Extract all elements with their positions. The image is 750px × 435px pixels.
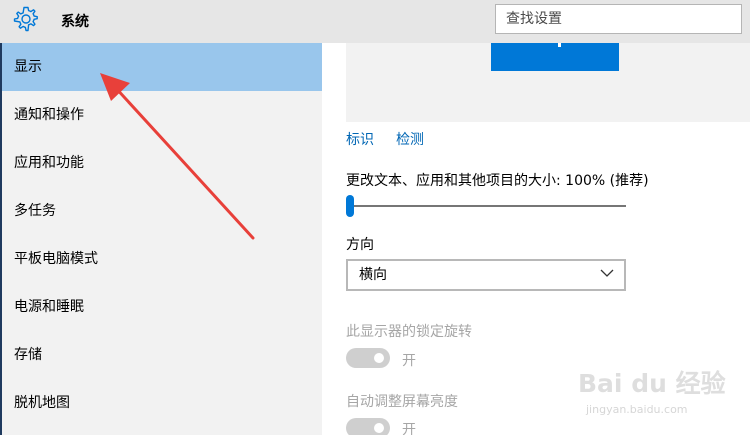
- sidebar-item-apps[interactable]: 应用和功能: [2, 139, 322, 187]
- rotation-lock-label: 此显示器的锁定旋转: [346, 324, 472, 340]
- orientation-value: 横向: [359, 267, 387, 283]
- watermark-brand: Bai du 经验: [578, 369, 726, 398]
- app-title: 系统: [61, 14, 89, 30]
- sidebar-nav: 显示 通知和操作 应用和功能 多任务 平板电脑模式 电源和睡眠 存储 脱机地图: [0, 43, 322, 435]
- gear-icon[interactable]: [13, 6, 39, 32]
- display-preview: [346, 43, 750, 122]
- sidebar-item-multitasking[interactable]: 多任务: [2, 187, 322, 235]
- search-input[interactable]: [496, 5, 741, 33]
- sidebar-item-storage[interactable]: 存储: [2, 331, 322, 379]
- orientation-label: 方向: [346, 237, 374, 253]
- scale-slider-track[interactable]: [350, 205, 626, 207]
- sidebar-item-tablet-mode[interactable]: 平板电脑模式: [2, 235, 322, 283]
- detect-link[interactable]: 检测: [396, 129, 424, 149]
- rotation-lock-toggle[interactable]: [346, 348, 390, 368]
- chevron-down-icon: [600, 269, 614, 277]
- rotation-lock-state: 开: [402, 353, 416, 369]
- sidebar-item-offline-maps[interactable]: 脱机地图: [2, 379, 322, 427]
- title-bar: 系统: [0, 0, 750, 43]
- search-box[interactable]: [495, 4, 742, 34]
- sidebar-item-power-sleep[interactable]: 电源和睡眠: [2, 283, 322, 331]
- auto-brightness-label: 自动调整屏幕亮度: [346, 394, 458, 410]
- monitor-number-marker: [558, 43, 561, 47]
- watermark-url: jingyan.baidu.com: [586, 403, 688, 416]
- auto-brightness-toggle[interactable]: [346, 418, 390, 435]
- monitor-tile[interactable]: [491, 43, 619, 71]
- orientation-dropdown[interactable]: 横向: [346, 259, 626, 291]
- toggle-knob: [374, 353, 384, 363]
- scale-slider-thumb[interactable]: [346, 195, 354, 217]
- baidu-watermark: Bai du 经验 jingyan.baidu.com: [578, 364, 743, 424]
- toggle-knob: [374, 423, 384, 433]
- identify-link[interactable]: 标识: [346, 129, 374, 149]
- sidebar-item-notifications[interactable]: 通知和操作: [2, 91, 322, 139]
- sidebar-item-display[interactable]: 显示: [2, 43, 322, 91]
- auto-brightness-state: 开: [402, 422, 416, 435]
- scale-label: 更改文本、应用和其他项目的大小: 100% (推荐): [346, 173, 649, 189]
